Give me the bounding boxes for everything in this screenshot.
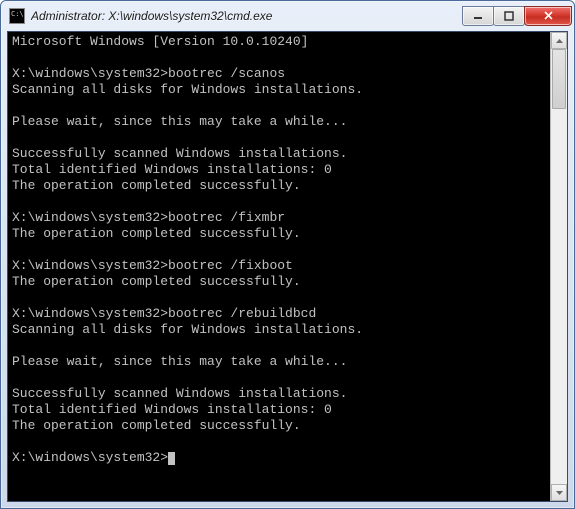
maximize-icon (504, 11, 514, 21)
window-controls (463, 7, 572, 26)
minimize-button[interactable] (462, 6, 494, 26)
window-title: Administrator: X:\windows\system32\cmd.e… (31, 9, 457, 23)
chevron-up-icon (556, 39, 563, 43)
scroll-up-button[interactable] (551, 32, 567, 49)
current-prompt[interactable]: X:\windows\system32> (12, 450, 168, 465)
chevron-down-icon (556, 491, 563, 495)
cmd-icon (9, 8, 25, 24)
cmd-window: Administrator: X:\windows\system32\cmd.e… (0, 0, 575, 509)
scrollbar-track[interactable] (551, 49, 567, 484)
vertical-scrollbar[interactable] (550, 32, 567, 501)
scrollbar-thumb[interactable] (552, 49, 566, 109)
minimize-icon (473, 11, 483, 21)
title-bar[interactable]: Administrator: X:\windows\system32\cmd.e… (1, 1, 574, 31)
text-cursor (168, 452, 175, 465)
scroll-down-button[interactable] (551, 484, 567, 501)
console-output[interactable]: Microsoft Windows [Version 10.0.10240] X… (8, 32, 550, 501)
close-button[interactable] (524, 6, 572, 26)
client-area: Microsoft Windows [Version 10.0.10240] X… (7, 31, 568, 502)
close-icon (543, 10, 554, 21)
maximize-button[interactable] (493, 6, 525, 26)
